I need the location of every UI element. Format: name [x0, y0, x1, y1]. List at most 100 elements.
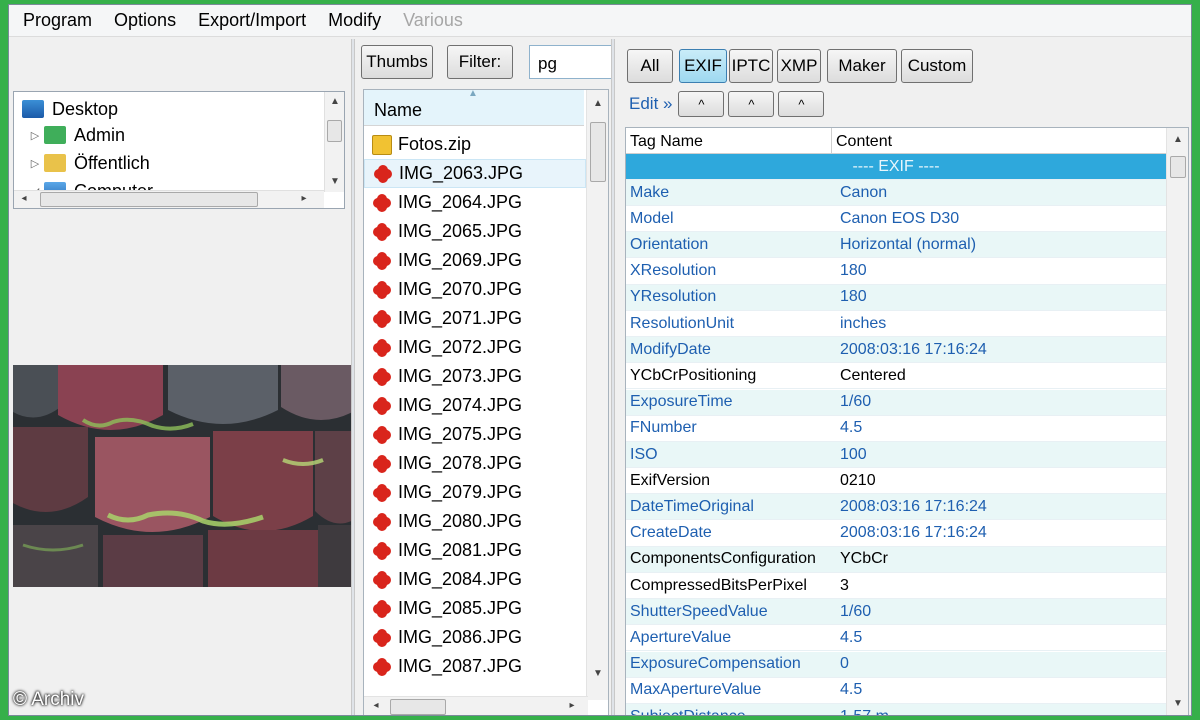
menu-modify[interactable]: Modify: [328, 10, 381, 31]
content-cell[interactable]: Canon EOS D30: [832, 210, 959, 228]
table-row[interactable]: ShutterSpeedValue 1/60: [626, 599, 1166, 626]
tree-item-admin[interactable]: ▷ Admin: [26, 122, 125, 148]
table-row[interactable]: DateTimeOriginal 2008:03:16 17:16:24: [626, 494, 1166, 521]
table-vertical-scrollbar[interactable]: ▲ ▼: [1166, 128, 1188, 715]
table-row[interactable]: FNumber 4.5: [626, 416, 1166, 442]
content-cell[interactable]: 4.5: [832, 629, 862, 647]
content-cell[interactable]: 180: [832, 288, 867, 306]
table-row[interactable]: YCbCrPositioning Centered: [626, 363, 1166, 390]
scroll-up-icon[interactable]: ▲: [327, 96, 343, 107]
tab-iptc[interactable]: IPTC: [729, 49, 773, 83]
list-item[interactable]: IMG_2079.JPG: [364, 478, 586, 507]
menu-program[interactable]: Program: [23, 10, 92, 31]
tab-all[interactable]: All: [627, 49, 673, 83]
table-row[interactable]: ComponentsConfiguration YCbCr: [626, 546, 1166, 573]
table-row[interactable]: XResolution 180: [626, 259, 1166, 285]
list-item[interactable]: IMG_2078.JPG: [364, 449, 586, 478]
content-cell[interactable]: 100: [832, 446, 867, 464]
tab-maker[interactable]: Maker: [827, 49, 897, 83]
tree-vertical-scrollbar[interactable]: ▲ ▼: [324, 92, 344, 192]
scroll-down-icon[interactable]: ▼: [590, 668, 606, 679]
list-item[interactable]: IMG_2063.JPG: [364, 159, 586, 188]
tab-custom[interactable]: Custom: [901, 49, 973, 83]
list-item[interactable]: IMG_2084.JPG: [364, 565, 586, 594]
list-item[interactable]: IMG_2073.JPG: [364, 362, 586, 391]
scrollbar-thumb[interactable]: [40, 192, 258, 207]
scroll-left-icon[interactable]: ◂: [16, 193, 32, 204]
file-list-vertical-scrollbar[interactable]: ▲ ▼: [586, 90, 608, 700]
list-item[interactable]: IMG_2072.JPG: [364, 333, 586, 362]
scroll-up-icon[interactable]: ▲: [1170, 134, 1186, 145]
list-item[interactable]: IMG_2065.JPG: [364, 217, 586, 246]
tab-exif[interactable]: EXIF: [679, 49, 727, 83]
content-cell[interactable]: Horizontal (normal): [832, 236, 976, 254]
content-cell[interactable]: 1/60: [832, 603, 871, 621]
table-row[interactable]: MaxApertureValue 4.5: [626, 678, 1166, 704]
column-header-content[interactable]: Content: [832, 128, 892, 154]
scrollbar-thumb[interactable]: [327, 120, 342, 142]
scroll-down-icon[interactable]: ▼: [1170, 698, 1186, 709]
splitter-right[interactable]: [611, 39, 615, 715]
list-item[interactable]: IMG_2071.JPG: [364, 304, 586, 333]
list-item[interactable]: IMG_2070.JPG: [364, 275, 586, 304]
filter-button[interactable]: Filter:: [447, 45, 513, 79]
list-item[interactable]: IMG_2064.JPG: [364, 188, 586, 217]
metadata-table[interactable]: Tag Name Content ---- EXIF ---- Make Canon…: [625, 127, 1189, 716]
list-item[interactable]: IMG_2086.JPG: [364, 623, 586, 652]
table-row[interactable]: CreateDate 2008:03:16 17:16:24: [626, 521, 1166, 547]
table-row[interactable]: ExposureTime 1/60: [626, 389, 1166, 416]
move-up-button-3[interactable]: ^: [778, 91, 825, 117]
content-cell[interactable]: Canon: [832, 184, 887, 202]
list-item[interactable]: IMG_2085.JPG: [364, 594, 586, 623]
content-cell[interactable]: 2008:03:16 17:16:24: [832, 498, 987, 516]
scroll-left-icon[interactable]: ◂: [368, 700, 384, 711]
scroll-up-icon[interactable]: ▲: [590, 98, 606, 109]
tree-horizontal-scrollbar[interactable]: ◂ ▸: [14, 190, 324, 208]
content-cell[interactable]: 0: [832, 655, 849, 673]
table-row[interactable]: ApertureValue 4.5: [626, 625, 1166, 652]
move-up-button-1[interactable]: ^: [678, 91, 725, 117]
tab-xmp[interactable]: XMP: [777, 49, 821, 83]
move-up-button-2[interactable]: ^: [728, 91, 775, 117]
menu-options[interactable]: Options: [114, 10, 176, 31]
content-cell[interactable]: 1.57 m: [832, 708, 889, 716]
list-item[interactable]: IMG_2080.JPG: [364, 507, 586, 536]
table-row[interactable]: Make Canon: [626, 180, 1166, 206]
folder-tree[interactable]: Desktop ▷ Admin ▷ Öffentlich ◢ Computer …: [13, 91, 345, 209]
scrollbar-thumb[interactable]: [390, 699, 446, 715]
content-cell[interactable]: inches: [832, 315, 886, 333]
content-cell[interactable]: 180: [832, 262, 867, 280]
scroll-right-icon[interactable]: ▸: [296, 193, 312, 204]
splitter-left[interactable]: [351, 39, 355, 715]
scrollbar-thumb[interactable]: [1170, 156, 1186, 178]
table-row[interactable]: CompressedBitsPerPixel 3: [626, 573, 1166, 599]
tree-item-oeffentlich[interactable]: ▷ Öffentlich: [26, 150, 150, 176]
file-list[interactable]: ▲ Name Fotos.zip IMG_2063.JPG IMG_2064.JPG…: [363, 89, 609, 715]
menu-export-import[interactable]: Export/Import: [198, 10, 306, 31]
content-cell[interactable]: Centered: [832, 367, 906, 385]
table-row[interactable]: ISO 100: [626, 442, 1166, 468]
list-item[interactable]: IMG_2087.JPG: [364, 652, 586, 681]
list-item[interactable]: IMG_2075.JPG: [364, 420, 586, 449]
content-cell[interactable]: YCbCr: [832, 550, 888, 568]
thumbs-button[interactable]: Thumbs: [361, 45, 433, 79]
filter-input[interactable]: pg: [529, 45, 613, 79]
content-cell[interactable]: 2008:03:16 17:16:24: [832, 524, 987, 542]
list-item[interactable]: IMG_2069.JPG: [364, 246, 586, 275]
column-header-tag-name[interactable]: Tag Name: [626, 128, 832, 154]
content-cell[interactable]: 2008:03:16 17:16:24: [832, 341, 987, 359]
table-row[interactable]: ExifVersion 0210: [626, 468, 1166, 495]
expand-arrow-icon[interactable]: ▷: [26, 157, 44, 170]
column-header-name[interactable]: ▲ Name: [364, 90, 584, 126]
content-cell[interactable]: 3: [832, 577, 849, 595]
table-row[interactable]: SubjectDistance 1.57 m: [626, 704, 1166, 716]
scrollbar-thumb[interactable]: [590, 122, 606, 182]
content-cell[interactable]: 4.5: [832, 681, 862, 699]
content-cell[interactable]: 1/60: [832, 393, 871, 411]
table-row[interactable]: Model Canon EOS D30: [626, 206, 1166, 233]
expand-arrow-icon[interactable]: ▷: [26, 129, 44, 142]
list-item[interactable]: IMG_2074.JPG: [364, 391, 586, 420]
table-row[interactable]: Orientation Horizontal (normal): [626, 232, 1166, 259]
scroll-right-icon[interactable]: ▸: [564, 700, 580, 711]
file-list-horizontal-scrollbar[interactable]: ◂ ▸: [364, 696, 588, 715]
